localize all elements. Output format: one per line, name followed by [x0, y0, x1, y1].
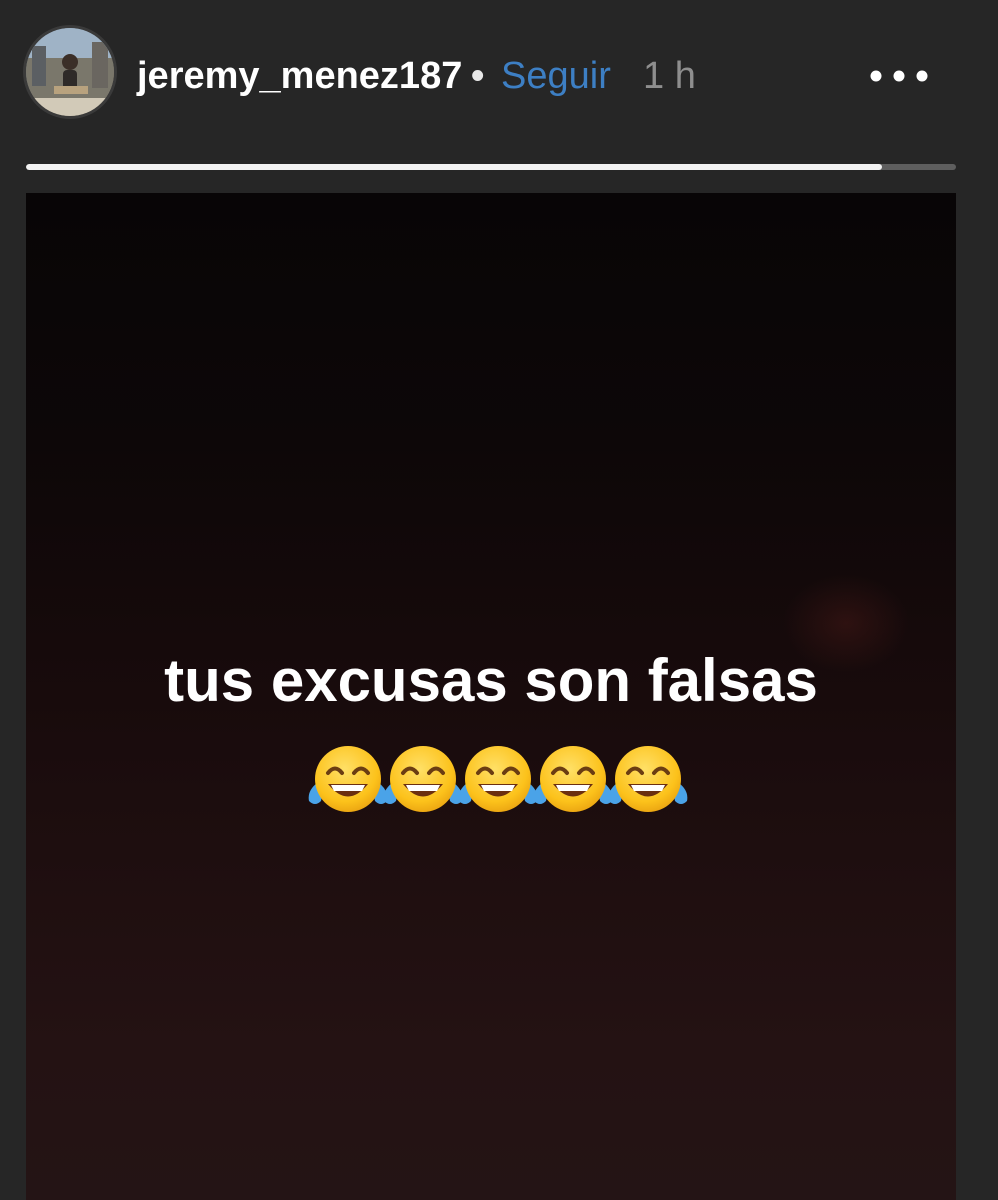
story-progress-bar [26, 164, 956, 170]
emoji-row [308, 741, 688, 821]
story-progress-fill [26, 164, 882, 170]
timestamp: 1 h [643, 55, 696, 97]
username[interactable]: jeremy_menez187 [137, 52, 462, 100]
tears-of-joy-emoji-icon [608, 746, 688, 812]
more-horizontal-icon [870, 70, 928, 82]
follow-button[interactable]: Seguir [501, 52, 611, 100]
tears-of-joy-emoji-icon [308, 746, 388, 812]
separator-dot: • [471, 55, 485, 97]
profile-photo-icon [26, 28, 114, 116]
tears-of-joy-emoji-icon [533, 746, 613, 812]
story-content[interactable]: tus excusas son falsas [26, 193, 956, 1200]
tears-of-joy-emoji-group [308, 746, 688, 812]
tears-of-joy-emoji-icon [383, 746, 463, 812]
story-caption: tus excusas son falsas [164, 647, 818, 714]
avatar[interactable] [26, 28, 114, 116]
tears-of-joy-emoji-icon [458, 746, 538, 812]
more-options-button[interactable] [866, 58, 932, 94]
story-header: jeremy_menez187 • Seguir 1 h [0, 0, 998, 150]
